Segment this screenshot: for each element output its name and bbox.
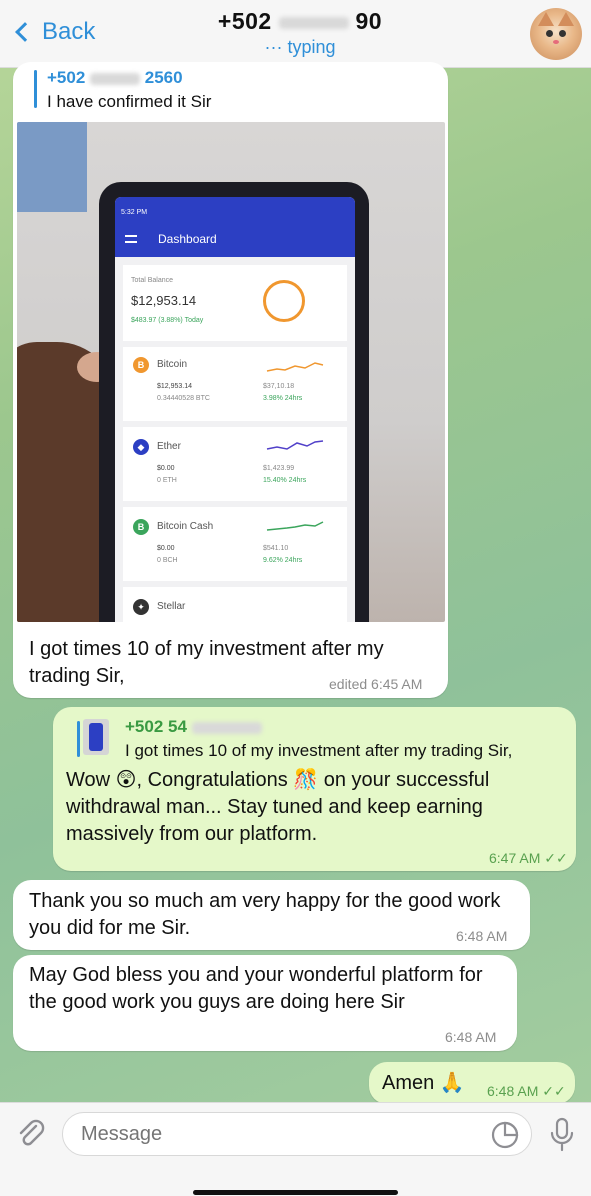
asset-units: 0 ETH <box>157 477 177 484</box>
cat-eye-right <box>559 30 566 37</box>
asset-price: $37,10.18 <box>263 383 295 390</box>
asset-card-bitcoin: B Bitcoin $12,953.14 0.34440528 BTC $37,… <box>123 347 347 421</box>
reply-author[interactable]: +502 2560 <box>47 68 183 88</box>
message-time: 6:48 AM ✓✓ <box>487 1083 566 1100</box>
app-title: Dashboard <box>158 232 217 246</box>
bitcoin-sparkline <box>266 362 324 372</box>
asset-name: Bitcoin Cash <box>157 521 214 532</box>
asset-card-bitcoin-cash: B Bitcoin Cash $0.00 0 BCH $541.10 9.62%… <box>123 507 347 581</box>
asset-price: $541.10 <box>263 545 289 552</box>
bitcoin-cash-sparkline <box>266 521 324 531</box>
reply-author-suffix: 2560 <box>144 68 183 87</box>
asset-card-stellar: ✦ Stellar <box>123 587 347 622</box>
phone-status-time: 5:32 PM <box>121 209 148 216</box>
message-time-text: 6:48 AM <box>487 1083 539 1099</box>
message-bubble-outgoing[interactable]: +502 54 I got times 10 of my investment … <box>53 707 576 871</box>
stellar-icon: ✦ <box>133 599 149 615</box>
status-text: typing <box>287 37 336 57</box>
microphone-icon[interactable] <box>548 1117 576 1153</box>
reply-indicator <box>77 721 80 757</box>
message-time-text: 6:47 AM <box>489 850 541 866</box>
cat-ear-left <box>538 12 554 26</box>
asset-name: Bitcoin <box>157 359 188 370</box>
cat-nose <box>553 40 559 44</box>
cat-eye-left <box>546 30 553 37</box>
phone-screen: 5:32 PM Dashboard Total Balance $12,953.… <box>115 197 355 622</box>
message-input-wrap[interactable] <box>62 1112 532 1156</box>
reply-thumbnail <box>83 719 109 755</box>
redacted-number <box>278 16 349 29</box>
redacted-number <box>90 72 141 85</box>
sleeve <box>17 122 87 212</box>
home-indicator <box>193 1190 398 1195</box>
back-label: Back <box>42 18 96 45</box>
reply-author-number: +502 54 <box>125 717 187 736</box>
cat-ear-right <box>558 12 574 26</box>
attach-icon[interactable] <box>14 1117 48 1151</box>
typing-status: ··· typing <box>264 37 336 57</box>
chat-title-number: +502 <box>217 8 272 34</box>
reply-quote: I got times 10 of my investment after my… <box>125 741 513 760</box>
message-time: 6:48 AM <box>456 928 508 944</box>
bitcoin-icon: B <box>133 357 149 373</box>
message-text: May God bless you and your wonderful pla… <box>29 964 483 1013</box>
message-text: Amen 🙏 <box>382 1072 465 1094</box>
message-bubble-outgoing[interactable]: Amen 🙏 6:48 AM ✓✓ <box>369 1062 575 1104</box>
asset-amount: $0.00 <box>157 465 175 472</box>
message-composer <box>0 1102 591 1196</box>
dashboard-screenshot-photo[interactable]: 5:32 PM Dashboard Total Balance $12,953.… <box>17 122 445 622</box>
asset-amount: $12,953.14 <box>157 383 193 390</box>
total-balance-change: $483.97 (3.88%) Today <box>131 317 204 324</box>
total-balance-value: $12,953.14 <box>131 293 197 308</box>
message-time: 6:47 AM ✓✓ <box>489 850 568 867</box>
chat-title-block[interactable]: +502 90 ··· typing <box>150 8 450 58</box>
back-button[interactable]: Back <box>10 18 95 46</box>
menu-icon <box>125 235 137 243</box>
thumbnail-phone <box>89 723 103 751</box>
asset-change: 3.98% 24hrs <box>263 395 303 402</box>
message-text: Thank you so much am very happy for the … <box>29 890 501 939</box>
message-time: 6:48 AM <box>445 1029 497 1045</box>
asset-units: 0 BCH <box>157 557 178 564</box>
asset-change: 15.40% 24hrs <box>263 477 307 484</box>
reply-quote: I have confirmed it Sir <box>47 92 212 111</box>
message-bubble-incoming[interactable]: May God bless you and your wonderful pla… <box>13 955 517 1051</box>
chevron-left-icon <box>15 22 35 42</box>
asset-change: 9.62% 24hrs <box>263 557 303 564</box>
total-balance-card: Total Balance $12,953.14 $483.97 (3.88%)… <box>123 265 347 341</box>
message-time: edited 6:45 AM <box>329 676 423 692</box>
chat-title: +502 90 <box>150 8 450 35</box>
reply-author[interactable]: +502 54 <box>125 717 262 737</box>
chat-title-suffix: 90 <box>355 8 383 34</box>
message-input[interactable] <box>81 1123 481 1146</box>
ether-icon: ◆ <box>133 439 149 455</box>
sticker-icon[interactable] <box>491 1121 519 1149</box>
total-balance-label: Total Balance <box>131 277 174 284</box>
asset-amount: $0.00 <box>157 545 175 552</box>
chat-header: Back +502 90 ··· typing <box>0 0 591 68</box>
redacted-number <box>191 721 262 734</box>
message-bubble-incoming[interactable]: Thank you so much am very happy for the … <box>13 880 530 950</box>
asset-name: Stellar <box>157 601 186 612</box>
app-header: 5:32 PM Dashboard <box>115 197 355 257</box>
ether-sparkline <box>266 440 324 450</box>
reply-indicator <box>34 70 37 108</box>
reply-author-number: +502 <box>47 68 86 87</box>
bitcoin-cash-icon: B <box>133 519 149 535</box>
double-check-icon: ✓✓ <box>542 1083 566 1099</box>
asset-units: 0.34440528 BTC <box>157 395 210 402</box>
asset-card-ether: ◆ Ether $0.00 0 ETH $1,423.99 15.40% 24h… <box>123 427 347 501</box>
message-text: Wow 😲, Congratulations 🎊 on your success… <box>66 769 490 845</box>
avatar[interactable] <box>530 8 582 60</box>
balance-ring-chart <box>263 280 305 322</box>
asset-price: $1,423.99 <box>263 465 295 472</box>
double-check-icon: ✓✓ <box>544 850 568 866</box>
asset-name: Ether <box>157 441 181 452</box>
